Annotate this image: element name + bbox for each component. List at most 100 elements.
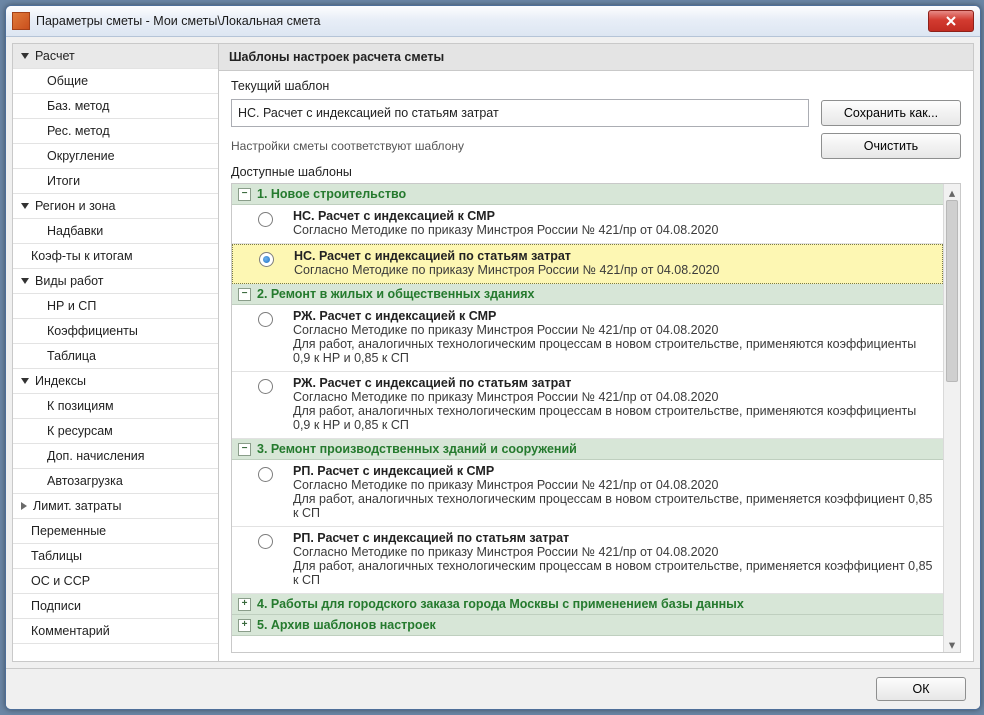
template-title: РЖ. Расчет с индексацией к СМР (293, 309, 935, 323)
expand-icon[interactable]: + (238, 598, 251, 611)
sidebar-group-header[interactable]: Виды работ (13, 269, 218, 294)
sidebar-group-header[interactable]: Подписи (13, 594, 218, 619)
current-template-label: Текущий шаблон (231, 79, 809, 93)
expand-icon[interactable]: + (238, 619, 251, 632)
sidebar-item[interactable]: Надбавки (13, 219, 218, 244)
template-row[interactable]: НС. Расчет с индексацией по статьям затр… (232, 244, 943, 284)
template-radio[interactable] (258, 379, 273, 394)
template-group-title: 3. Ремонт производственных зданий и соор… (257, 442, 577, 456)
scroll-track[interactable] (944, 200, 960, 636)
sidebar[interactable]: Расчет ОбщиеБаз. методРес. методОкруглени… (13, 44, 219, 661)
sidebar-group-header[interactable]: Индексы (13, 369, 218, 394)
sidebar-group-label: Комментарий (31, 624, 110, 638)
template-group-title: 5. Архив шаблонов настроек (257, 618, 436, 632)
sidebar-item[interactable]: Рес. метод (13, 119, 218, 144)
template-body: НС. Расчет с индексацией по статьям затр… (294, 249, 934, 277)
sidebar-item[interactable]: К ресурсам (13, 419, 218, 444)
sidebar-group-header[interactable]: Комментарий (13, 619, 218, 644)
dialog-window: Параметры сметы - Мои сметы\Локальная см… (5, 5, 981, 710)
template-body: РП. Расчет с индексацией по статьям затр… (293, 531, 935, 587)
template-group-header[interactable]: −2. Ремонт в жилых и общественных здания… (232, 284, 943, 305)
template-group-header[interactable]: +4. Работы для городского заказа города … (232, 594, 943, 615)
sidebar-group-header[interactable]: Переменные (13, 519, 218, 544)
template-description: Согласно Методике по приказу Минстроя Ро… (293, 323, 935, 365)
sidebar-item[interactable]: Автозагрузка (13, 469, 218, 494)
template-title: НС. Расчет с индексацией к СМР (293, 209, 935, 223)
scroll-down-icon[interactable]: ▾ (944, 636, 960, 652)
available-templates-label: Доступные шаблоны (219, 159, 973, 183)
collapse-icon[interactable]: − (238, 288, 251, 301)
chevron-down-icon (21, 53, 29, 59)
template-row[interactable]: РП. Расчет с индексацией к СМРСогласно М… (232, 460, 943, 527)
template-body: РП. Расчет с индексацией к СМРСогласно М… (293, 464, 935, 520)
sidebar-group-header[interactable]: Коэф-ты к итогам (13, 244, 218, 269)
clear-button[interactable]: Очистить (821, 133, 961, 159)
template-group-header[interactable]: +5. Архив шаблонов настроек (232, 615, 943, 636)
templates-scrollbar[interactable]: ▴ ▾ (943, 184, 960, 652)
template-row[interactable]: РЖ. Расчет с индексацией к СМРСогласно М… (232, 305, 943, 372)
split-container: Расчет ОбщиеБаз. методРес. методОкруглени… (12, 43, 974, 662)
sidebar-group-label: Расчет (35, 49, 75, 63)
ok-button[interactable]: ОК (876, 677, 966, 701)
sidebar-group-header[interactable]: Лимит. затраты (13, 494, 218, 519)
sidebar-group-label: Таблицы (31, 549, 82, 563)
templates-list[interactable]: −1. Новое строительствоНС. Расчет с инде… (232, 184, 943, 652)
sidebar-item[interactable]: НР и СП (13, 294, 218, 319)
close-icon (946, 16, 956, 26)
sidebar-group-header[interactable]: ОС и ССР (13, 569, 218, 594)
section-title: Шаблоны настроек расчета сметы (219, 44, 973, 71)
template-description: Согласно Методике по приказу Минстроя Ро… (293, 390, 935, 432)
sidebar-group-label: Коэф-ты к итогам (31, 249, 133, 263)
templates-container: −1. Новое строительствоНС. Расчет с инде… (231, 183, 961, 653)
close-button[interactable] (928, 10, 974, 32)
template-radio[interactable] (258, 467, 273, 482)
template-hint: Настройки сметы соответствуют шаблону (231, 139, 809, 153)
titlebar[interactable]: Параметры сметы - Мои сметы\Локальная см… (6, 6, 980, 37)
sidebar-group-header[interactable]: Регион и зона (13, 194, 218, 219)
template-body: РЖ. Расчет с индексацией к СМРСогласно М… (293, 309, 935, 365)
template-title: РП. Расчет с индексацией по статьям затр… (293, 531, 935, 545)
template-row[interactable]: РП. Расчет с индексацией по статьям затр… (232, 527, 943, 594)
chevron-down-icon (21, 203, 29, 209)
template-description: Согласно Методике по приказу Минстроя Ро… (293, 223, 935, 237)
sidebar-item[interactable]: Итоги (13, 169, 218, 194)
template-group-header[interactable]: −1. Новое строительство (232, 184, 943, 205)
template-row[interactable]: РЖ. Расчет с индексацией по статьям затр… (232, 372, 943, 439)
sidebar-item[interactable]: К позициям (13, 394, 218, 419)
sidebar-item[interactable]: Общие (13, 69, 218, 94)
sidebar-item[interactable]: Округление (13, 144, 218, 169)
template-group-title: 1. Новое строительство (257, 187, 406, 201)
sidebar-group-label: Регион и зона (35, 199, 115, 213)
sidebar-item[interactable]: Баз. метод (13, 94, 218, 119)
current-template-input[interactable] (231, 99, 809, 127)
sidebar-group-label: Подписи (31, 599, 81, 613)
template-radio[interactable] (258, 212, 273, 227)
template-radio[interactable] (258, 534, 273, 549)
collapse-icon[interactable]: − (238, 188, 251, 201)
sidebar-group-label: Переменные (31, 524, 106, 538)
chevron-down-icon (21, 278, 29, 284)
scroll-up-icon[interactable]: ▴ (944, 184, 960, 200)
collapse-icon[interactable]: − (238, 443, 251, 456)
sidebar-group-label: Виды работ (35, 274, 104, 288)
template-description: Согласно Методике по приказу Минстроя Ро… (294, 263, 934, 277)
template-row[interactable]: НС. Расчет с индексацией к СМРСогласно М… (232, 205, 943, 244)
template-title: РЖ. Расчет с индексацией по статьям затр… (293, 376, 935, 390)
dialog-footer: ОК (6, 668, 980, 709)
sidebar-group-header[interactable]: Расчет (13, 44, 218, 69)
scroll-thumb[interactable] (946, 200, 958, 382)
window-title: Параметры сметы - Мои сметы\Локальная см… (36, 14, 928, 28)
sidebar-item[interactable]: Таблица (13, 344, 218, 369)
sidebar-group-label: Индексы (35, 374, 86, 388)
template-group-header[interactable]: −3. Ремонт производственных зданий и соо… (232, 439, 943, 460)
sidebar-group-label: ОС и ССР (31, 574, 90, 588)
save-as-button[interactable]: Сохранить как... (821, 100, 961, 126)
template-group-title: 2. Ремонт в жилых и общественных зданиях (257, 287, 535, 301)
sidebar-item[interactable]: Коэффициенты (13, 319, 218, 344)
template-description: Согласно Методике по приказу Минстроя Ро… (293, 478, 935, 520)
template-radio[interactable] (258, 312, 273, 327)
sidebar-item[interactable]: Доп. начисления (13, 444, 218, 469)
client-area: Расчет ОбщиеБаз. методРес. методОкруглени… (6, 37, 980, 709)
sidebar-group-header[interactable]: Таблицы (13, 544, 218, 569)
template-radio[interactable] (259, 252, 274, 267)
